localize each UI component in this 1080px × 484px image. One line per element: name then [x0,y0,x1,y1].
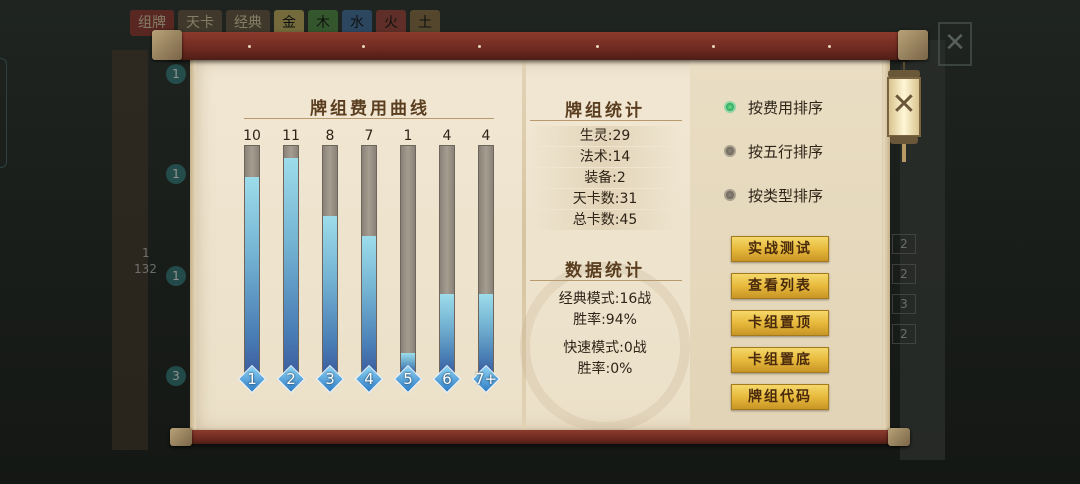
sort-option-label: 按五行排序 [748,142,824,161]
bar-count-label: 8 [325,128,335,144]
quick-mode-battles: 快速模式:0战 [563,340,647,356]
bg-count: 3 [892,294,916,314]
cost-diamond-icon: 5 [393,364,423,394]
battle-test-button[interactable]: 实战测试 [731,236,829,262]
cost-label: 1 [247,370,257,388]
lantern-foot [890,136,918,144]
cost-label: 3 [325,370,335,388]
data-stats-title: 数据统计 [565,261,645,281]
radio-selected-icon [724,101,736,113]
cost-label: 2 [286,370,296,388]
sort-option-label: 按费用排序 [748,98,824,117]
stat-spells: 法术:14 [530,147,680,167]
cost-bar-track [361,145,377,373]
bar-count-label: 10 [243,128,261,144]
scroll-corner-ornament [170,428,192,446]
deck-code-button[interactable]: 牌组代码 [731,384,829,410]
deck-stats-underline [530,120,682,121]
bg-badge: 1 [166,164,186,184]
rod-stud [478,45,481,48]
deck-stats-title: 牌组统计 [565,101,645,121]
sort-by-type-option[interactable]: 按类型排序 [724,184,823,206]
sort-by-element-option[interactable]: 按五行排序 [724,140,823,162]
cost-label: 4 [364,370,374,388]
bg-count: 2 [892,264,916,284]
bg-badge: 3 [166,366,186,386]
bg-badge: 1 [166,64,186,84]
cost-bar-track [322,145,338,373]
rod-stud [712,45,715,48]
rod-stud [828,45,831,48]
cost-bar-fill [362,236,376,372]
cost-diamond-icon: 6 [432,364,462,394]
classic-mode-battles: 经典模式:16战 [558,291,652,307]
bg-badge: 1 [166,266,186,286]
cost-label: 6 [442,370,452,388]
bg-number: 1 [142,246,150,260]
cost-bar-track [439,145,455,373]
deck-to-top-button[interactable]: 卡组置顶 [731,310,829,336]
scroll-corner-ornament [888,428,910,446]
cost-bar-fill [284,158,298,372]
cost-curve-underline [244,118,494,119]
cost-diamond-icon: 3 [315,364,345,394]
stat-equipment: 装备:2 [530,168,680,188]
close-lantern-button[interactable]: ✕ [884,62,924,162]
scroll-top-rod [168,32,912,60]
bar-count-label: 7 [364,128,374,144]
stat-total-cards: 总卡数:45 [530,210,680,230]
cost-bar-track [244,145,260,373]
scroll-corner-ornament [898,30,928,60]
cost-diamond-icon: 7+ [471,364,501,394]
cost-diamond-icon: 2 [276,364,306,394]
close-icon: ✕ [891,87,917,122]
bg-count: 2 [892,324,916,344]
radio-unselected-icon [724,145,736,157]
bar-count-label: 11 [282,128,300,144]
left-edge-frame [0,58,7,168]
bar-count-label: 4 [481,128,491,144]
cost-curve-title: 牌组费用曲线 [310,99,430,119]
cost-bar-fill [440,294,454,372]
rod-stud [596,45,599,48]
radio-unselected-icon [724,189,736,201]
view-list-button[interactable]: 查看列表 [731,273,829,299]
cost-diamond-icon: 1 [237,364,267,394]
scroll-bottom-rod [172,430,908,444]
background-close-icon: ✕ [938,22,972,66]
sort-by-cost-option[interactable]: 按费用排序 [724,96,823,118]
data-stats-underline [530,280,682,281]
cost-bar-fill [245,177,259,372]
bg-number: 132 [134,262,157,276]
bar-count-label: 4 [442,128,452,144]
rod-stud [248,45,251,48]
rod-stud [362,45,365,48]
cost-label: 5 [403,370,413,388]
bar-count-label: 1 [403,128,413,144]
quick-mode-winrate: 胜率:0% [577,361,633,377]
cost-diamond-icon: 4 [354,364,384,394]
classic-mode-winrate: 胜率:94% [573,312,637,328]
cost-label: 7+ [474,370,498,388]
stat-creatures: 生灵:29 [530,126,680,146]
cost-bar-fill [479,294,493,372]
cost-bar-fill [323,216,337,372]
cost-bar-track [478,145,494,373]
deck-to-bottom-button[interactable]: 卡组置底 [731,347,829,373]
bg-count: 2 [892,234,916,254]
cost-bar-track [400,145,416,373]
sort-option-label: 按类型排序 [748,186,824,205]
cost-bar-track [283,145,299,373]
lantern-tassel [902,144,906,162]
stat-sky-cards: 天卡数:31 [530,189,680,209]
scroll-corner-ornament [152,30,182,60]
